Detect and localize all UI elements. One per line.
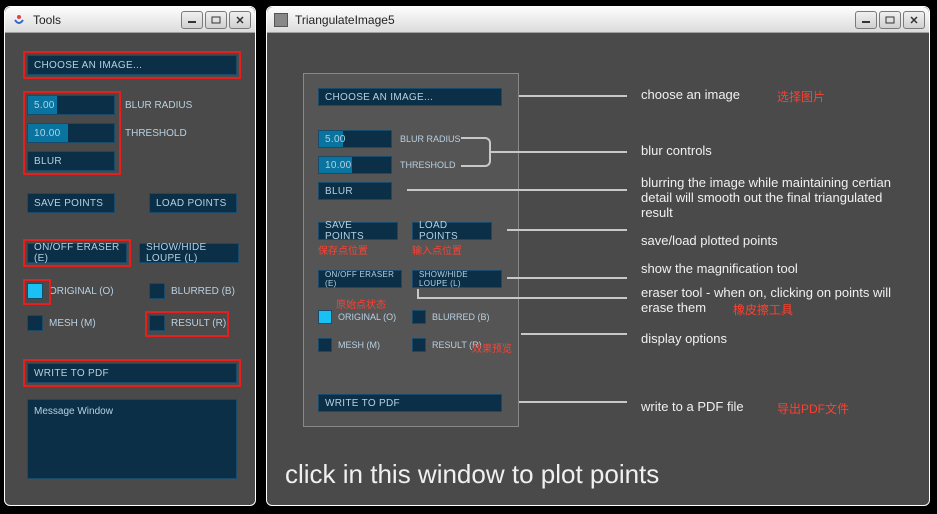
- ann-save-load: save/load plotted points: [641, 233, 778, 248]
- ann-pdf: write to a PDF file: [641, 399, 744, 414]
- tools-maximize-button[interactable]: [205, 11, 227, 29]
- checkbox-icon: [149, 283, 165, 299]
- mini-blur-radius: 5.00: [318, 130, 392, 148]
- original-checkbox[interactable]: ORIGINAL (O): [27, 283, 114, 299]
- threshold-slider[interactable]: 10.00: [27, 123, 115, 143]
- blur-radius-slider[interactable]: 5.00: [27, 95, 115, 115]
- mesh-checkbox[interactable]: MESH (M): [27, 315, 96, 331]
- preview-minimize-button[interactable]: [855, 11, 877, 29]
- save-points-button[interactable]: SAVE POINTS: [27, 193, 115, 213]
- ann-display-opts: display options: [641, 331, 727, 346]
- blur-radius-value: 5.00: [34, 100, 55, 111]
- mesh-label: MESH (M): [49, 318, 96, 329]
- mini-blur-button: BLUR: [318, 182, 392, 200]
- tools-title: Tools: [33, 13, 179, 27]
- original-zh: 原始点状态: [336, 296, 386, 311]
- ann-choose-image-zh: 选择图片: [777, 88, 825, 105]
- eraser-toggle[interactable]: ON/OFF ERASER (E): [27, 243, 127, 263]
- blurred-label: BLURRED (B): [171, 286, 235, 297]
- tools-close-button[interactable]: [229, 11, 251, 29]
- ann-pdf-zh: 导出PDF文件: [777, 400, 849, 417]
- mini-write-pdf: WRITE TO PDF: [318, 394, 502, 412]
- mini-choose-image: CHOOSE AN IMAGE...: [318, 88, 502, 106]
- original-label: ORIGINAL (O): [49, 286, 114, 297]
- preview-window: TriangulateImage5 CHOOSE AN IMAGE... 5.0…: [266, 6, 930, 506]
- tools-titlebar[interactable]: Tools: [5, 7, 255, 33]
- preview-body[interactable]: CHOOSE AN IMAGE... 5.00 BLUR RADIUS 10.0…: [267, 33, 929, 505]
- tools-body: CHOOSE AN IMAGE... 5.00 BLUR RADIUS 10.0…: [5, 33, 255, 505]
- tools-window: Tools CHOOSE AN IMAGE... 5.00 BLUR RADIU…: [4, 6, 256, 506]
- ann-blur-desc: blurring the image while maintaining cer…: [641, 175, 913, 220]
- ann-choose-image: choose an image: [641, 87, 740, 102]
- load-points-button[interactable]: LOAD POINTS: [149, 193, 237, 213]
- ann-magnify: show the magnification tool: [641, 261, 798, 276]
- preview-maximize-button[interactable]: [879, 11, 901, 29]
- choose-image-button[interactable]: CHOOSE AN IMAGE...: [27, 55, 237, 75]
- ann-blur-controls: blur controls: [641, 143, 712, 158]
- blur-button[interactable]: BLUR: [27, 151, 115, 171]
- app-icon: [273, 12, 289, 28]
- mini-eraser: ON/OFF ERASER (E): [318, 270, 402, 288]
- checkbox-icon: [27, 315, 43, 331]
- write-pdf-button[interactable]: WRITE TO PDF: [27, 363, 237, 383]
- message-window: Message Window: [27, 399, 237, 479]
- mini-original-checkbox: ORIGINAL (O): [318, 310, 396, 324]
- mini-loupe: SHOW/HIDE LOUPE (L): [412, 270, 502, 288]
- java-icon: [11, 12, 27, 28]
- mini-load-points: LOAD POINTS: [412, 222, 492, 240]
- blur-radius-label: BLUR RADIUS: [125, 100, 192, 111]
- mini-mesh-checkbox: MESH (M): [318, 338, 380, 352]
- tools-minimize-button[interactable]: [181, 11, 203, 29]
- preview-close-button[interactable]: [903, 11, 925, 29]
- threshold-value: 10.00: [34, 128, 61, 139]
- save-points-zh: 保存点位置: [318, 242, 368, 257]
- threshold-label: THRESHOLD: [125, 128, 187, 139]
- mini-save-points: SAVE POINTS: [318, 222, 398, 240]
- result-zh: 效果预览: [472, 340, 512, 355]
- loupe-toggle[interactable]: SHOW/HIDE LOUPE (L): [139, 243, 239, 263]
- preview-title: TriangulateImage5: [295, 13, 853, 27]
- result-checkbox[interactable]: RESULT (R): [149, 315, 226, 331]
- checkbox-icon: [149, 315, 165, 331]
- annotated-tools-panel: CHOOSE AN IMAGE... 5.00 BLUR RADIUS 10.0…: [303, 73, 519, 427]
- checkbox-icon: [27, 283, 43, 299]
- mini-threshold: 10.00: [318, 156, 392, 174]
- blurred-checkbox[interactable]: BLURRED (B): [149, 283, 235, 299]
- plot-hint: click in this window to plot points: [285, 459, 659, 490]
- load-points-zh: 输入点位置: [412, 242, 462, 257]
- result-label: RESULT (R): [171, 318, 226, 329]
- ann-eraser-zh: 橡皮擦工具: [733, 301, 793, 318]
- preview-titlebar[interactable]: TriangulateImage5: [267, 7, 929, 33]
- mini-blurred-checkbox: BLURRED (B): [412, 310, 490, 324]
